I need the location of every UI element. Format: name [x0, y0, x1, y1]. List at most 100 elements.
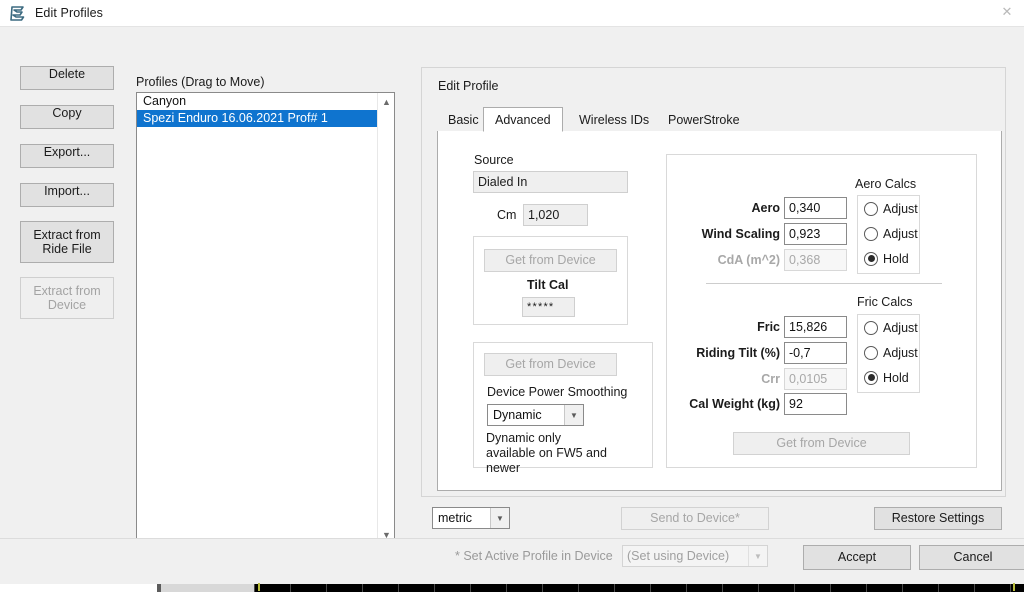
timeline-tick: [506, 584, 507, 592]
extract-from-device-button[interactable]: Extract from Device: [20, 277, 114, 319]
delete-button[interactable]: Delete: [20, 66, 114, 90]
timeline-tick: [794, 584, 795, 592]
timeline-tick: [650, 584, 651, 592]
chevron-down-icon[interactable]: ▼: [748, 546, 767, 566]
fric-radio-adjust-2-label: Adjust: [883, 345, 918, 360]
timeline-tick: [398, 584, 399, 592]
profiles-scrollbar[interactable]: ▲ ▼: [377, 93, 394, 543]
tilt-cal-label: Tilt Cal: [527, 278, 569, 292]
export-button[interactable]: Export...: [20, 144, 114, 168]
device-power-smoothing-value: Dynamic: [493, 408, 542, 422]
timeline-tick: [290, 584, 291, 592]
get-from-device-smoothing-button[interactable]: Get from Device: [484, 353, 617, 376]
send-to-device-button[interactable]: Send to Device*: [621, 507, 769, 530]
timeline-tick: [902, 584, 903, 592]
device-power-smoothing-label: Device Power Smoothing: [487, 385, 628, 399]
aero-radio-adjust-2[interactable]: Adjust: [858, 221, 919, 246]
fric-label: Fric: [757, 320, 780, 334]
cancel-button[interactable]: Cancel: [919, 545, 1024, 570]
timeline-tick: [830, 584, 831, 592]
active-profile-value: (Set using Device): [627, 549, 730, 563]
extract-ride-line2: Ride File: [42, 242, 92, 256]
active-profile-select[interactable]: (Set using Device) ▼: [622, 545, 768, 567]
list-item[interactable]: Spezi Enduro 16.06.2021 Prof# 1: [137, 110, 394, 127]
device-power-smoothing-select[interactable]: Dynamic ▼: [487, 404, 584, 426]
wind-scaling-input[interactable]: 0,923: [784, 223, 847, 245]
aero-calcs-title: Aero Calcs: [855, 177, 917, 191]
fric-input[interactable]: 15,826: [784, 316, 847, 338]
active-profile-note: * Set Active Profile in Device: [455, 549, 613, 563]
copy-button[interactable]: Copy: [20, 105, 114, 129]
window-title: Edit Profiles: [35, 6, 103, 20]
tab-basic[interactable]: Basic: [437, 109, 490, 131]
radio-selected-icon: [864, 251, 878, 266]
restore-settings-button[interactable]: Restore Settings: [874, 507, 1002, 530]
tab-advanced[interactable]: Advanced: [483, 107, 563, 132]
radio-selected-icon: [864, 370, 878, 385]
calcs-divider: [706, 283, 942, 284]
tab-powerstroke[interactable]: PowerStroke: [657, 109, 751, 131]
timeline-tick: [578, 584, 579, 592]
cda-input: 0,368: [784, 249, 847, 271]
list-item[interactable]: Canyon: [137, 93, 394, 110]
fric-radio-adjust-2[interactable]: Adjust: [858, 340, 919, 365]
extract-ride-line1: Extract from: [33, 228, 101, 242]
background-timeline-marker-end: [1013, 583, 1015, 591]
close-icon[interactable]: ✕: [996, 2, 1018, 22]
source-value[interactable]: Dialed In: [473, 171, 628, 193]
chevron-down-icon[interactable]: ▼: [564, 405, 583, 425]
aero-radio-adjust-2-label: Adjust: [883, 226, 918, 241]
timeline-tick: [686, 584, 687, 592]
timeline-tick: [542, 584, 543, 592]
units-select[interactable]: metric ▼: [432, 507, 510, 529]
import-button[interactable]: Import...: [20, 183, 114, 207]
device-power-smoothing-note: Dynamic only available on FW5 and newer: [486, 431, 607, 475]
aero-input[interactable]: 0,340: [784, 197, 847, 219]
source-label: Source: [474, 153, 514, 167]
radio-icon: [864, 201, 878, 216]
crr-input: 0,0105: [784, 368, 847, 390]
timeline-tick: [254, 584, 255, 592]
fric-radio-adjust-1[interactable]: Adjust: [858, 315, 919, 340]
aero-calcs-radio-group: Adjust Adjust Hold: [857, 195, 920, 274]
aero-radio-hold-label: Hold: [883, 251, 909, 266]
timeline-tick: [362, 584, 363, 592]
extract-from-ride-file-button[interactable]: Extract from Ride File: [20, 221, 114, 263]
cda-label: CdA (m^2): [717, 253, 780, 267]
aero-radio-adjust-1[interactable]: Adjust: [858, 196, 919, 221]
profiles-list[interactable]: Canyon Spezi Enduro 16.06.2021 Prof# 1 ▲…: [136, 92, 395, 544]
tabstrip: Basic Advanced Wireless IDs PowerStroke: [437, 107, 1002, 132]
riding-tilt-input[interactable]: -0,7: [784, 342, 847, 364]
background-scrollbar-track: [0, 584, 157, 592]
fric-radio-hold[interactable]: Hold: [858, 365, 919, 390]
tilt-cal-input[interactable]: *****: [522, 297, 575, 317]
cm-label: Cm: [497, 208, 517, 222]
get-from-device-tilt-button[interactable]: Get from Device: [484, 249, 617, 272]
tab-wireless-ids[interactable]: Wireless IDs: [568, 109, 661, 131]
aero-label: Aero: [751, 201, 780, 215]
timeline-tick: [758, 584, 759, 592]
timeline-tick: [974, 584, 975, 592]
edit-profiles-dialog: Delete Copy Export... Import... Extract …: [0, 26, 1024, 544]
app-icon: [9, 4, 27, 22]
profiles-label: Profiles (Drag to Move): [136, 75, 265, 89]
radio-icon: [864, 226, 878, 241]
extract-device-line1: Extract from: [33, 284, 101, 298]
riding-tilt-label: Riding Tilt (%): [696, 346, 780, 360]
units-value: metric: [438, 511, 473, 525]
aero-radio-hold[interactable]: Hold: [858, 246, 919, 271]
cm-input[interactable]: 1,020: [523, 204, 588, 226]
background-scrollbar-rest: [161, 584, 254, 592]
profile-actions-column: Delete Copy Export... Import... Extract …: [20, 66, 114, 319]
chevron-up-icon[interactable]: ▲: [378, 93, 394, 110]
cal-weight-input[interactable]: 92: [784, 393, 847, 415]
get-from-device-fric-button[interactable]: Get from Device: [733, 432, 910, 455]
radio-icon: [864, 320, 878, 335]
cal-weight-label: Cal Weight (kg): [689, 397, 780, 411]
chevron-down-icon[interactable]: ▼: [490, 508, 509, 528]
edit-profile-group-title: Edit Profile: [434, 79, 503, 93]
accept-button[interactable]: Accept: [803, 545, 911, 570]
fric-radio-hold-label: Hold: [883, 370, 909, 385]
radio-icon: [864, 345, 878, 360]
extract-device-line2: Device: [47, 298, 87, 312]
